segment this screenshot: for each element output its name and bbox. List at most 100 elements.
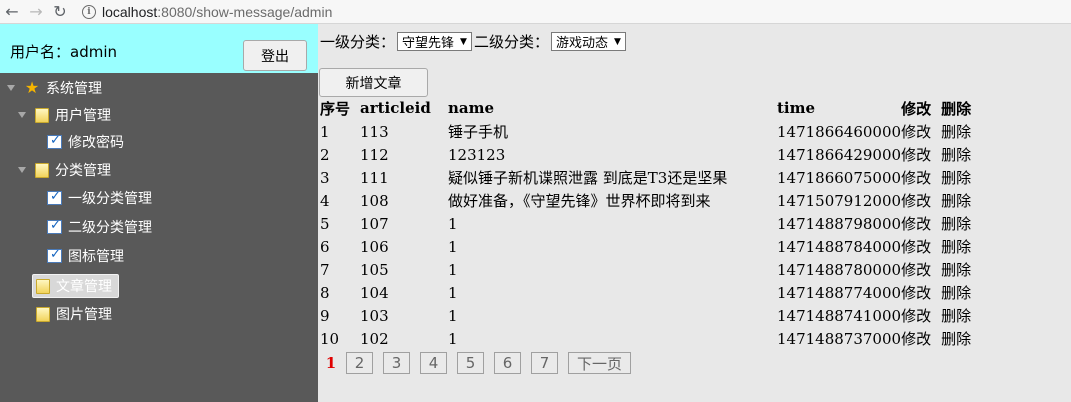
delete-link[interactable]: 删除	[941, 235, 981, 258]
tree-item-level2-categories[interactable]: 二级分类管理	[47, 216, 152, 238]
level2-category-select[interactable]: 游戏动态 ▼	[550, 32, 626, 51]
level2-selected-value: 游戏动态	[555, 36, 608, 51]
row-name: 1	[448, 329, 458, 348]
tree-item-change-password[interactable]: 修改密码	[47, 131, 124, 153]
delete-link[interactable]: 删除	[941, 143, 981, 166]
row-name: 1	[448, 214, 458, 233]
edit-link[interactable]: 修改	[901, 258, 941, 281]
row-articleid: 106	[360, 237, 389, 256]
tree-item-images[interactable]: 图片管理	[36, 303, 112, 325]
page-link[interactable]: 7	[531, 352, 558, 374]
table-row: 4 108 做好准备，《守望先锋》世界杯即将到来 1471507912000 修改 删除	[320, 189, 981, 212]
dropdown-arrow-icon: ▼	[460, 36, 467, 47]
expand-triangle-icon[interactable]	[17, 110, 27, 120]
edit-link[interactable]: 修改	[901, 166, 941, 189]
row-name: 1	[448, 283, 458, 302]
row-time: 1471488737000	[777, 329, 902, 348]
table-row: 6 106 1 1471488784000 修改 删除	[320, 235, 981, 258]
delete-link[interactable]: 删除	[941, 304, 981, 327]
expand-triangle-icon[interactable]	[17, 165, 27, 175]
edit-link[interactable]: 修改	[901, 304, 941, 327]
page-link[interactable]: 3	[383, 352, 410, 374]
edit-link[interactable]: 修改	[901, 235, 941, 258]
page-link[interactable]: 5	[457, 352, 484, 374]
add-article-button[interactable]: 新增文章	[319, 68, 428, 97]
tree-item-articles[interactable]: 文章管理	[32, 274, 119, 298]
checkbox-icon	[47, 218, 62, 234]
delete-link[interactable]: 删除	[941, 120, 981, 143]
tree-item-label: 图片管理	[56, 307, 112, 323]
row-articleid: 103	[360, 306, 389, 325]
edit-link[interactable]: 修改	[901, 212, 941, 235]
row-name: 123123	[448, 145, 506, 164]
header-edit: 修改	[901, 99, 932, 118]
delete-link[interactable]: 删除	[941, 189, 981, 212]
level1-filter-label: 一级分类：	[320, 33, 396, 51]
row-articleid: 102	[360, 329, 389, 348]
delete-link[interactable]: 删除	[941, 212, 981, 235]
header-index: 序号	[320, 99, 351, 118]
browser-toolbar: ← → ↻ i localhost:8080/show-message/admi…	[0, 0, 1071, 24]
delete-link[interactable]: 删除	[941, 258, 981, 281]
folder-icon	[35, 162, 49, 178]
table-row: 3 111 疑似锤子新机谍照泄露 到底是T3还是坚果 1471866075000 修改删…	[320, 166, 981, 189]
delete-link[interactable]: 删除	[941, 281, 981, 304]
header-delete: 删除	[941, 99, 972, 118]
tree-item-system[interactable]: ★ 系统管理	[6, 77, 102, 99]
tree-item-users[interactable]: 用户管理	[17, 104, 111, 126]
edit-link[interactable]: 修改	[901, 281, 941, 304]
row-articleid: 113	[360, 122, 389, 141]
row-name: 做好准备，《守望先锋》世界杯即将到来	[448, 192, 711, 210]
row-index: 2	[320, 145, 330, 164]
expand-triangle-icon[interactable]	[6, 83, 16, 93]
level1-category-select[interactable]: 守望先锋 ▼	[397, 32, 472, 51]
reload-icon[interactable]: ↻	[48, 0, 72, 24]
level2-filter-label: 二级分类：	[473, 33, 549, 51]
row-name: 1	[448, 306, 458, 325]
page-link[interactable]: 2	[346, 352, 373, 374]
table-row: 1 113 锤子手机 1471866460000 修改 删除	[320, 120, 981, 143]
edit-link[interactable]: 修改	[901, 189, 941, 212]
page-link[interactable]: 6	[494, 352, 521, 374]
dropdown-arrow-icon: ▼	[613, 36, 621, 47]
table-row: 2 112 123123 1471866429000 修改 删除	[320, 143, 981, 166]
table-row: 7 105 1 1471488780000 修改 删除	[320, 258, 981, 281]
page-link[interactable]: 4	[420, 352, 447, 374]
row-name: 1	[448, 237, 458, 256]
edit-link[interactable]: 修改	[901, 327, 941, 350]
info-icon[interactable]: i	[82, 4, 96, 19]
delete-link[interactable]: 删除	[941, 166, 981, 189]
tree-item-categories[interactable]: 分类管理	[17, 159, 111, 181]
row-time: 1471866460000	[777, 122, 902, 141]
logout-button[interactable]: 登出	[243, 40, 307, 71]
row-index: 6	[320, 237, 330, 256]
sidebar: 用户名：admin 登出 ★ 系统管理 用户管理 修改密码 分类管理 一级分类管…	[0, 24, 318, 402]
header-name: name	[448, 99, 495, 117]
next-page-link[interactable]: 下一页	[568, 352, 632, 374]
user-bar: 用户名：admin 登出	[0, 24, 318, 73]
folder-icon	[36, 278, 50, 294]
table-row: 10 102 1 1471488737000 修改 删除	[320, 327, 981, 350]
forward-arrow-icon[interactable]: →	[24, 0, 48, 24]
username-label: 用户名：admin	[10, 43, 117, 61]
row-articleid: 111	[360, 168, 389, 187]
star-icon: ★	[24, 78, 40, 97]
row-index: 5	[320, 214, 330, 233]
back-arrow-icon[interactable]: ←	[0, 0, 24, 24]
checkbox-icon	[47, 247, 62, 263]
delete-link[interactable]: 删除	[941, 327, 981, 350]
address-bar[interactable]: localhost:8080/show-message/admin	[102, 4, 332, 20]
pagination: 1 2 3 4 5 6 7 下一页	[320, 352, 632, 374]
table-row: 5 107 1 1471488798000 修改 删除	[320, 212, 981, 235]
row-time: 1471866075000	[777, 168, 902, 187]
level1-selected-value: 守望先锋	[402, 36, 455, 51]
row-name: 疑似锤子新机谍照泄露 到底是T3还是坚果	[448, 169, 728, 187]
edit-link[interactable]: 修改	[901, 120, 941, 143]
tree-item-label: 二级分类管理	[68, 220, 152, 236]
tree-item-icons[interactable]: 图标管理	[47, 245, 124, 267]
edit-link[interactable]: 修改	[901, 143, 941, 166]
row-name: 锤子手机	[448, 123, 509, 141]
table-row: 8 104 1 1471488774000 修改 删除	[320, 281, 981, 304]
tree-item-level1-categories[interactable]: 一级分类管理	[47, 187, 152, 209]
row-articleid: 112	[360, 145, 389, 164]
